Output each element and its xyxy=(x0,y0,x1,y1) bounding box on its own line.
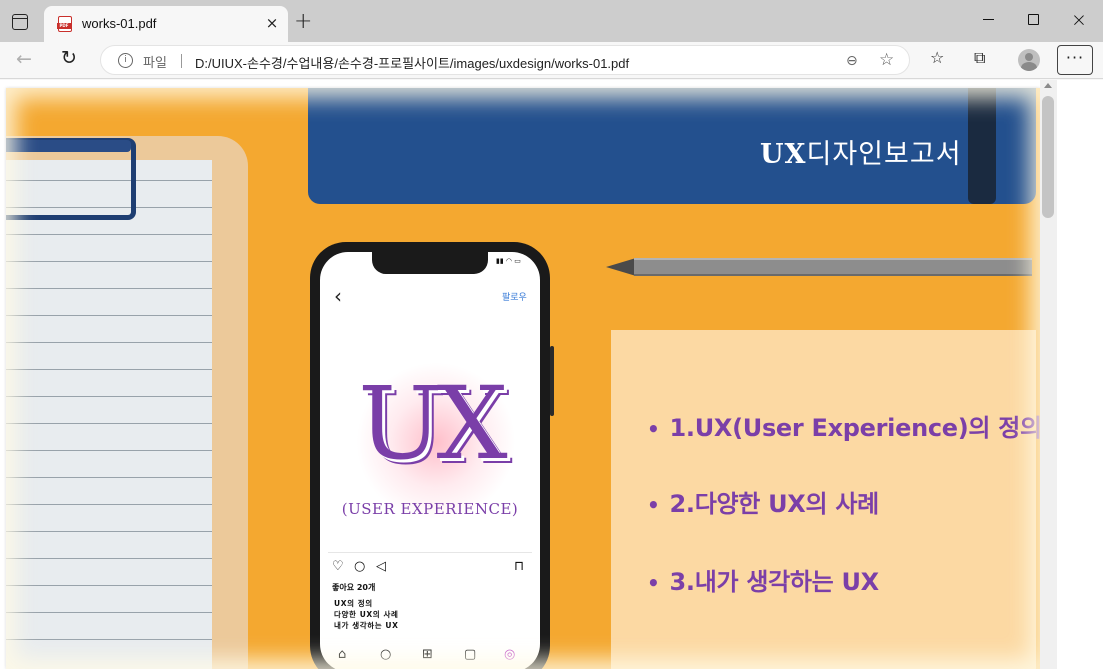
tab-close-icon[interactable]: × xyxy=(264,14,280,32)
collections-icon[interactable]: ⧉ xyxy=(974,48,985,68)
caption-line: 내가 생각하는 UX xyxy=(334,621,399,630)
notebook-title-mark: UX xyxy=(760,139,807,170)
search-icon: ○ xyxy=(380,647,392,662)
notebook: UX디자인보고서 xyxy=(308,88,1036,204)
minimize-button[interactable] xyxy=(983,19,994,20)
tab-title: works-01.pdf xyxy=(82,16,157,31)
post-title: UX xyxy=(358,365,507,482)
agenda-item: • 1.UX(User Experience)의 정의 xyxy=(647,414,1040,442)
phone-mockup: ▮▮ ◠ ▭ ‹ 팔로우 UX (USER EXPERIENCE) ♡ ○ ◁ … xyxy=(310,242,550,669)
new-tab-button[interactable]: + xyxy=(294,11,312,33)
favicon-label: PDF xyxy=(57,23,71,29)
notebook-strap xyxy=(968,88,996,204)
phone-side-button xyxy=(550,346,554,416)
toolbar: ← ↻ i 파일 D:/UIUX-손수경/수업내용/손수경-프로필사이트/ima… xyxy=(0,42,1103,79)
info-icon[interactable]: i xyxy=(118,53,133,68)
binder-clip-bar xyxy=(6,140,131,152)
reload-button[interactable]: ↻ xyxy=(61,47,77,69)
pdf-viewer: UX디자인보고서 • 1.UX(User Experience)의 정의 • 2.다… xyxy=(0,80,1103,669)
bookmark-icon: ⊓ xyxy=(514,559,525,574)
address-bar[interactable]: i 파일 D:/UIUX-손수경/수업내용/손수경-프로필사이트/images/… xyxy=(100,45,910,75)
notebook-title: UX디자인보고서 xyxy=(760,132,962,171)
post-subtitle: (USER EXPERIENCE) xyxy=(341,500,519,518)
heart-icon: ♡ xyxy=(332,559,344,574)
pdf-icon: PDF xyxy=(57,16,72,32)
tab-actions-icon[interactable] xyxy=(12,14,28,30)
caption-line: UX의 정의 xyxy=(334,599,373,608)
more-button[interactable]: ··· xyxy=(1057,45,1093,75)
zoom-out-icon[interactable]: ⊖ xyxy=(846,53,858,69)
add-favorite-icon[interactable]: ☆ xyxy=(879,50,894,70)
notebook-title-text: 디자인보고서 xyxy=(806,139,962,170)
divider xyxy=(181,54,182,68)
status-icons: ▮▮ ◠ ▭ xyxy=(496,257,521,265)
scrollbar[interactable] xyxy=(1040,80,1057,669)
follow-link: 팔로우 xyxy=(502,293,527,303)
caption-line: 다양한 UX의 사례 xyxy=(334,610,399,619)
url-text[interactable]: D:/UIUX-손수경/수업내용/손수경-프로필사이트/images/uxdes… xyxy=(195,53,629,72)
profile-avatar[interactable] xyxy=(1018,49,1040,71)
comment-icon: ○ xyxy=(354,559,366,574)
post-divider xyxy=(328,552,532,553)
scroll-thumb[interactable] xyxy=(1042,96,1054,218)
favorites-icon[interactable]: ☆ xyxy=(930,48,944,67)
pdf-page: UX디자인보고서 • 1.UX(User Experience)의 정의 • 2.다… xyxy=(6,88,1040,669)
pencil xyxy=(634,258,1032,276)
pencil-tip xyxy=(606,258,636,276)
phone-bottom-nav: ⌂ ○ ⊞ ▢ ◎ xyxy=(320,642,540,669)
share-icon: ◁ xyxy=(376,559,386,574)
home-icon: ⌂ xyxy=(338,647,347,662)
agenda-item: • 2.다양한 UX의 사례 xyxy=(647,490,879,518)
tab-works-01[interactable]: PDF works-01.pdf × xyxy=(44,6,288,42)
phone-notch xyxy=(372,252,488,274)
maximize-button[interactable] xyxy=(1028,14,1039,25)
agenda-card: • 1.UX(User Experience)의 정의 • 2.다양한 UX의 사례… xyxy=(611,330,1040,669)
lined-paper xyxy=(6,160,212,669)
profile-icon: ◎ xyxy=(504,647,516,662)
likes-count: 좋아요 20개 xyxy=(332,583,376,592)
back-button[interactable]: ← xyxy=(16,48,32,70)
window-close-button[interactable]: × xyxy=(1071,9,1087,31)
shop-icon: ▢ xyxy=(464,647,477,662)
agenda-item: • 3.내가 생각하는 UX xyxy=(647,568,879,596)
scheme-label: 파일 xyxy=(143,56,167,71)
phone-screen: ▮▮ ◠ ▭ ‹ 팔로우 UX (USER EXPERIENCE) ♡ ○ ◁ … xyxy=(320,252,540,669)
tab-strip: PDF works-01.pdf × + × xyxy=(0,0,1103,42)
scroll-up-icon[interactable] xyxy=(1044,83,1052,88)
add-post-icon: ⊞ xyxy=(422,647,433,662)
chevron-left-icon: ‹ xyxy=(334,284,342,308)
